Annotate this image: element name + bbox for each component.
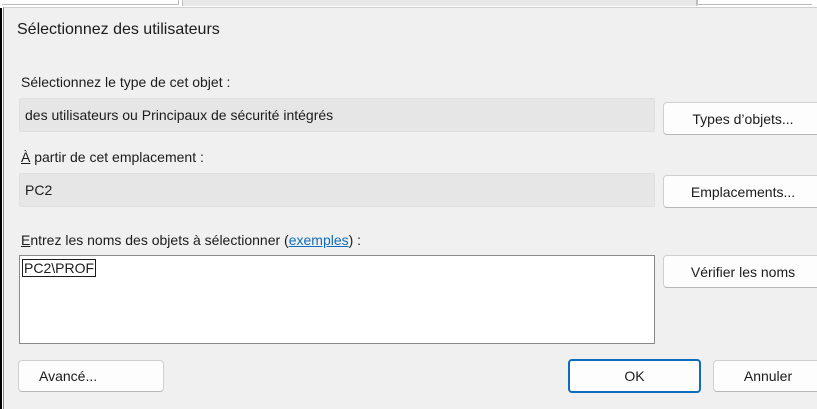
locations-button[interactable]: Emplacements... — [663, 175, 817, 208]
advanced-button-label: Avancé... — [39, 368, 98, 384]
background-window-edge — [0, 0, 2, 409]
object-names-value: PC2\PROF — [22, 259, 97, 277]
ok-button-label: OK — [624, 368, 645, 384]
cancel-button-label: Annuler — [743, 368, 793, 384]
advanced-button[interactable]: Avancé... — [18, 360, 164, 392]
location-label: À partir de cet emplacement : — [21, 149, 204, 165]
examples-link[interactable]: exemples — [289, 232, 349, 248]
location-field: PC2 — [19, 173, 655, 207]
object-names-input[interactable]: PC2\PROF — [19, 255, 655, 344]
names-label-close: ) : — [348, 232, 362, 248]
background-panel-right — [697, 0, 812, 5]
object-type-label: Sélectionnez le type de cet objet : — [21, 74, 231, 90]
select-users-dialog: Sélectionnez des utilisateurs Sélectionn… — [3, 7, 817, 409]
cancel-button[interactable]: Annuler — [713, 360, 817, 392]
ok-button[interactable]: OK — [568, 359, 701, 393]
object-type-field: des utilisateurs ou Principaux de sécuri… — [19, 98, 655, 132]
background-panel-left — [2, 0, 179, 5]
names-label-accel: E — [21, 232, 31, 248]
names-label: Entrez les noms des objets à sélectionne… — [21, 232, 361, 248]
locations-button-label: Emplacements... — [690, 183, 796, 200]
object-type-value: des utilisateurs ou Principaux de sécuri… — [25, 107, 334, 123]
names-label-text: ntrez les noms des objets à sélectionner… — [30, 232, 289, 248]
background-panel-center — [182, 0, 697, 6]
dialog-title: Sélectionnez des utilisateurs — [17, 21, 220, 38]
check-names-button-label: Vérifier les noms — [690, 263, 796, 280]
location-value: PC2 — [25, 182, 53, 198]
location-label-accel: À — [21, 149, 31, 165]
location-label-text: partir de cet emplacement : — [30, 149, 204, 165]
object-types-button-label: Types d’objets... — [692, 110, 794, 127]
check-names-button[interactable]: Vérifier les noms — [663, 255, 817, 288]
object-types-button[interactable]: Types d’objets... — [663, 102, 817, 135]
